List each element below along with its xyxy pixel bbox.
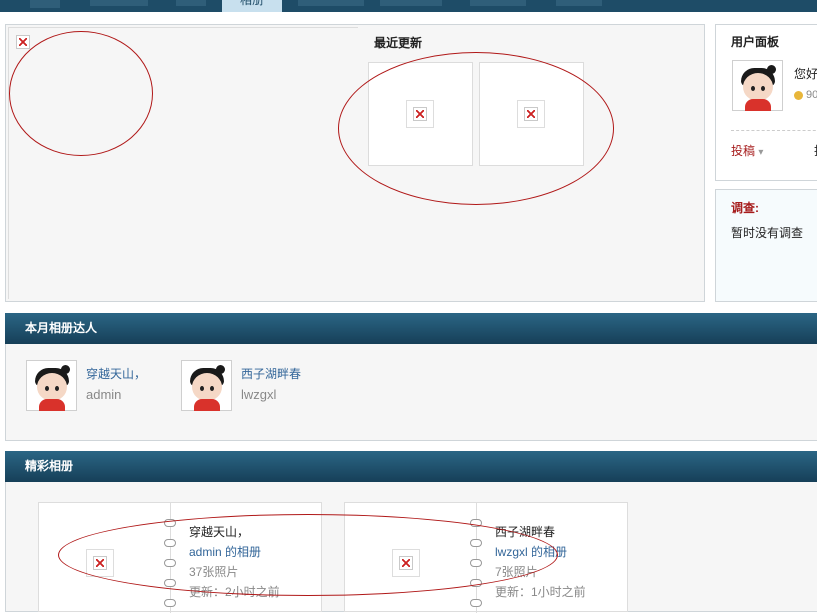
user-panel: 用户面板 您好 90 投稿 ▾ 投 bbox=[715, 24, 817, 181]
greeting-text: 您好 bbox=[794, 67, 817, 81]
post-label: 投稿 bbox=[731, 144, 756, 158]
coin-icon bbox=[794, 91, 803, 100]
nav-tab-3[interactable] bbox=[176, 0, 206, 6]
avatar[interactable] bbox=[181, 360, 232, 411]
divider bbox=[731, 130, 817, 131]
featured-section-header: 精彩相册 bbox=[5, 451, 817, 482]
nav-tab-album[interactable]: 相册 bbox=[222, 0, 282, 12]
annotation-ellipse bbox=[338, 52, 614, 205]
user-name-link[interactable]: 西子湖畔春 bbox=[241, 365, 301, 382]
user-panel-title: 用户面板 bbox=[731, 35, 780, 49]
nav-tab-6[interactable] bbox=[380, 0, 442, 6]
username-text: lwzgxl bbox=[241, 387, 277, 402]
survey-title: 调查: bbox=[731, 201, 759, 215]
nav-tab-7[interactable] bbox=[470, 0, 526, 6]
annotation-ellipse bbox=[9, 31, 153, 156]
monthly-section-body: 穿越天山， admin 西子湖畔春 lwzgxl bbox=[5, 344, 817, 441]
post-button[interactable]: 投稿 ▾ bbox=[731, 142, 763, 159]
nav-tab-2[interactable] bbox=[90, 0, 148, 6]
album-updated: 更新：1小时之前 bbox=[495, 585, 586, 599]
user-name-link[interactable]: 穿越天山， bbox=[86, 365, 146, 382]
broken-image-icon bbox=[16, 35, 30, 49]
top-navigation: 相册 bbox=[0, 0, 817, 12]
nav-tab-5[interactable] bbox=[298, 0, 364, 6]
binder-ring bbox=[164, 599, 176, 607]
username-text: admin bbox=[86, 387, 122, 402]
avatar[interactable] bbox=[26, 360, 77, 411]
nav-tab-1[interactable] bbox=[30, 0, 60, 8]
binder-ring bbox=[470, 599, 482, 607]
annotation-ellipse bbox=[58, 514, 558, 596]
nav-tab-album-label: 相册 bbox=[239, 0, 264, 7]
credits-value: 90 bbox=[806, 89, 817, 101]
avatar[interactable] bbox=[732, 60, 783, 111]
survey-panel: 调查: 暂时没有调查 bbox=[715, 189, 817, 302]
monthly-section-header: 本月相册达人 bbox=[5, 313, 817, 344]
chevron-down-icon: ▾ bbox=[758, 147, 764, 158]
recent-title: 最近更新 bbox=[374, 36, 423, 50]
survey-empty-text: 暂时没有调查 bbox=[731, 226, 804, 240]
nav-tab-8[interactable] bbox=[556, 0, 602, 6]
